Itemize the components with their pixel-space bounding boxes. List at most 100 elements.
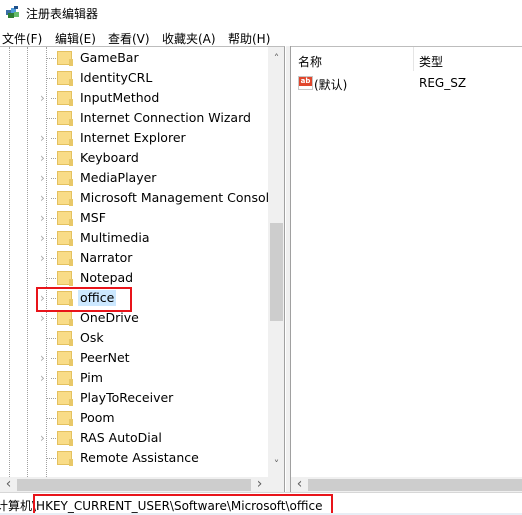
tree-item[interactable]: › MediaPlayer (0, 168, 268, 188)
menu-file[interactable]: 文件(F) (2, 30, 42, 47)
tree-item[interactable]: IdentityCRL (0, 68, 268, 88)
tree-connector-line (51, 358, 56, 359)
scroll-down-icon[interactable]: ˅ (271, 459, 282, 470)
folder-icon (57, 390, 73, 406)
tree-item-label[interactable]: Notepad (78, 270, 135, 286)
tree-item-label[interactable]: InputMethod (78, 90, 161, 106)
tree-connector-line (51, 438, 56, 439)
title-bar: 注册表编辑器 (0, 0, 522, 26)
tree-horizontal-scroll-thumb[interactable] (17, 479, 251, 491)
status-bar: 计算机\HKEY_CURRENT_USER\Software\Microsoft… (0, 492, 522, 515)
tree-connector-line (51, 378, 56, 379)
value-row[interactable]: ab (默认) REG_SZ (291, 74, 522, 94)
folder-icon (57, 50, 73, 66)
tree-item[interactable]: › RAS AutoDial (0, 428, 268, 448)
menu-edit[interactable]: 编辑(E) (55, 30, 96, 47)
folder-icon (57, 330, 73, 346)
expand-chevron-icon[interactable]: › (40, 252, 50, 264)
string-value-icon: ab (298, 76, 313, 90)
tree-item[interactable]: › Multimedia (0, 228, 268, 248)
expand-chevron-icon[interactable]: › (40, 172, 50, 184)
column-header-name[interactable]: 名称 (298, 47, 322, 71)
expand-chevron-icon[interactable]: › (40, 92, 50, 104)
tree-item-label[interactable]: RAS AutoDial (78, 430, 164, 446)
tree-item[interactable]: › MSF (0, 208, 268, 228)
folder-icon (57, 450, 73, 466)
tree-item[interactable]: GameBar (0, 48, 268, 68)
expand-chevron-icon[interactable]: › (40, 192, 50, 204)
tree-item-label[interactable]: Narrator (78, 250, 134, 266)
menu-favorites[interactable]: 收藏夹(A) (162, 30, 216, 47)
folder-icon (57, 430, 73, 446)
tree-item[interactable]: › Narrator (0, 248, 268, 268)
tree-item[interactable]: PlayToReceiver (0, 388, 268, 408)
scroll-left-icon[interactable]: ‹ (3, 477, 14, 491)
tree-horizontal-scrollbar[interactable]: ‹ › (0, 477, 268, 492)
menu-view[interactable]: 查看(V) (108, 30, 150, 47)
scroll-left-icon[interactable]: ‹ (294, 477, 305, 491)
expand-chevron-icon[interactable]: › (40, 312, 50, 324)
expand-chevron-icon[interactable]: › (40, 132, 50, 144)
folder-icon (57, 310, 73, 326)
tree-item[interactable]: Poom (0, 408, 268, 428)
expand-chevron-icon[interactable]: › (40, 212, 50, 224)
scrollbar-corner (268, 477, 284, 492)
tree-item-label[interactable]: Osk (78, 330, 106, 346)
scroll-right-icon[interactable]: › (254, 477, 265, 491)
column-header-type[interactable]: 类型 (419, 47, 443, 71)
registry-tree[interactable]: GameBar IdentityCRL › InputMethod Internet C… (0, 46, 285, 492)
folder-icon (57, 370, 73, 386)
scroll-up-icon[interactable]: ˄ (271, 53, 282, 64)
expand-chevron-icon[interactable]: › (40, 152, 50, 164)
folder-icon (57, 190, 73, 206)
expand-chevron-icon[interactable]: › (40, 232, 50, 244)
tree-item[interactable]: › Internet Explorer (0, 128, 268, 148)
tree-item-label[interactable]: Keyboard (78, 150, 141, 166)
tree-item-label[interactable]: Remote Assistance (78, 450, 201, 466)
tree-item-label[interactable]: OneDrive (78, 310, 141, 326)
tree-item-label[interactable]: Multimedia (78, 230, 152, 246)
tree-item-label[interactable]: Internet Explorer (78, 130, 188, 146)
tree-vertical-scroll-thumb[interactable] (270, 223, 283, 321)
menu-help[interactable]: 帮助(H) (228, 30, 270, 47)
expand-chevron-icon[interactable]: › (40, 352, 50, 364)
status-path-prefix: 计算机 (0, 499, 33, 513)
tree-connector-line (47, 118, 56, 119)
tree-item-label[interactable]: Microsoft Management Console (78, 190, 279, 206)
tree-connector-line (51, 178, 56, 179)
list-horizontal-scroll-thumb[interactable] (308, 479, 522, 491)
values-list[interactable]: 名称 类型 ab (默认) REG_SZ ‹ (291, 46, 522, 492)
tree-item[interactable]: Notepad (0, 268, 268, 288)
expand-chevron-icon[interactable]: › (40, 372, 50, 384)
tree-item[interactable]: Remote Assistance (0, 448, 268, 468)
list-horizontal-scrollbar[interactable]: ‹ (291, 477, 522, 492)
tree-item[interactable]: Osk (0, 328, 268, 348)
tree-item-label[interactable]: PlayToReceiver (78, 390, 175, 406)
tree-item-label[interactable]: Pim (78, 370, 105, 386)
tree-item-label[interactable]: Poom (78, 410, 117, 426)
menu-bar: 文件(F) 编辑(E) 查看(V) 收藏夹(A) 帮助(H) (0, 27, 522, 47)
tree-item[interactable]: › PeerNet (0, 348, 268, 368)
expand-chevron-icon[interactable]: › (40, 432, 50, 444)
tree-item[interactable]: Internet Connection Wizard (0, 108, 268, 128)
tree-item[interactable]: › Microsoft Management Console (0, 188, 277, 208)
tree-item[interactable]: › Keyboard (0, 148, 268, 168)
tree-item-label[interactable]: MSF (78, 210, 108, 226)
tree-item-label[interactable]: IdentityCRL (78, 70, 154, 86)
tree-vertical-scrollbar[interactable]: ˄ ˅ (268, 47, 284, 477)
tree-item-label[interactable]: Internet Connection Wizard (78, 110, 253, 126)
tree-item-label[interactable]: MediaPlayer (78, 170, 158, 186)
string-value-icon-text: ab (299, 77, 312, 86)
tree-connector-line (51, 158, 56, 159)
tree-item-label[interactable]: GameBar (78, 50, 141, 66)
folder-icon (57, 170, 73, 186)
tree-item-label[interactable]: PeerNet (78, 350, 132, 366)
tree-item[interactable]: › Pim (0, 368, 268, 388)
tree-item[interactable]: › InputMethod (0, 88, 268, 108)
tree-connector-line (47, 78, 56, 79)
folder-icon (57, 270, 73, 286)
tree-connector-line (51, 238, 56, 239)
column-separator[interactable] (413, 47, 414, 71)
tree-connector-line (51, 318, 56, 319)
value-name: (默认) (314, 78, 348, 92)
